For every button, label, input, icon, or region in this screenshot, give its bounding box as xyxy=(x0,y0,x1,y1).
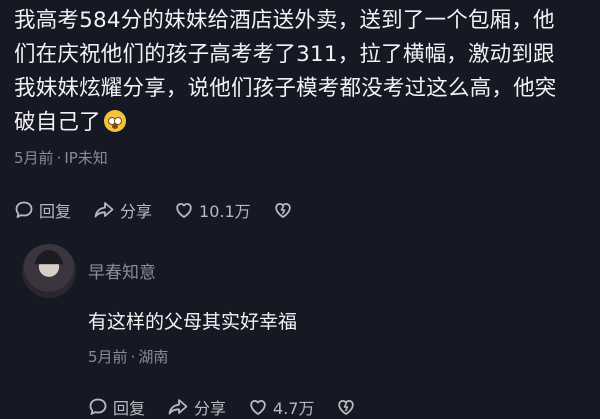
share-button[interactable]: 分享 xyxy=(93,198,152,222)
comment-icon xyxy=(15,201,33,218)
reply-label: 回复 xyxy=(113,399,146,418)
reply-body: 早春知意 有这样的父母其实好幸福 5月前 · 湖南 回复 分享 4.7万 xyxy=(88,258,588,419)
broken-heart-icon xyxy=(274,203,291,218)
meta-separator: · xyxy=(130,348,136,366)
reply-text: 有这样的父母其实好幸福 xyxy=(88,311,298,333)
reply-label: 回复 xyxy=(39,202,72,221)
like-button[interactable]: 10.1万 xyxy=(174,198,251,222)
post-text-line-last: 破自己了 xyxy=(14,106,594,140)
reply-reply-button[interactable]: 回复 xyxy=(88,395,145,419)
reply-share-button[interactable]: 分享 xyxy=(167,395,226,419)
reply-username[interactable]: 早春知意 xyxy=(88,258,588,283)
meta-separator: · xyxy=(56,149,62,167)
share-icon xyxy=(94,202,114,218)
reply-like-button[interactable]: 4.7万 xyxy=(248,395,314,419)
reply-time: 5月前 xyxy=(88,348,128,366)
reply-button[interactable]: 回复 xyxy=(14,198,71,222)
post-meta: 5月前 · IP未知 xyxy=(14,147,594,168)
post-text-line: 破自己了 xyxy=(14,110,101,135)
heart-icon xyxy=(250,400,266,415)
post-text-line: 我妹妹炫耀分享，说他们孩子模考都没考过这么高，他突 xyxy=(14,76,557,101)
avatar[interactable] xyxy=(22,244,76,298)
post-actions: 回复 分享 10.1万 xyxy=(14,198,594,222)
share-label: 分享 xyxy=(120,202,153,221)
post-text: 我高考584分的妹妹给酒店送外卖，送到了一个包厢，他 们在庆祝他们的孩子高考考了… xyxy=(14,4,594,140)
reply-dislike-button[interactable] xyxy=(336,397,361,417)
share-icon xyxy=(168,399,188,415)
reply-meta: 5月前 · 湖南 xyxy=(88,346,588,367)
post-text-line: 们在庆祝他们的孩子高考考了311，拉了横幅，激动到跟 xyxy=(14,42,555,67)
post: 我高考584分的妹妹给酒店送外卖，送到了一个包厢，他 们在庆祝他们的孩子高考考了… xyxy=(14,0,594,222)
dislike-button[interactable] xyxy=(273,200,298,220)
comment-icon xyxy=(89,398,107,415)
post-text-line: 我高考584分的妹妹给酒店送外卖，送到了一个包厢，他 xyxy=(14,8,555,33)
post-time: 5月前 xyxy=(14,149,54,167)
share-label: 分享 xyxy=(194,399,227,418)
like-count: 10.1万 xyxy=(199,202,251,221)
post-location: IP未知 xyxy=(64,149,108,167)
reply-location: 湖南 xyxy=(138,348,169,366)
reply-actions: 回复 分享 4.7万 xyxy=(88,395,588,419)
astonished-face-icon xyxy=(103,110,126,132)
heart-icon xyxy=(176,203,192,218)
broken-heart-icon xyxy=(338,400,355,415)
like-count: 4.7万 xyxy=(273,399,315,418)
